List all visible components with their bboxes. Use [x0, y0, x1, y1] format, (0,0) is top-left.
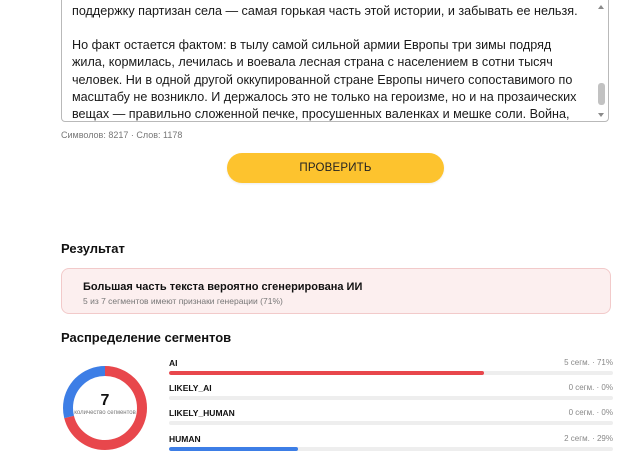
result-alert: Большая часть текста вероятно сгенериров… — [61, 268, 611, 314]
dist-row-likely-human: LIKELY_HUMAN 0 сегм. · 0% — [169, 408, 613, 428]
dist-count: 0 сегм. · 0% — [568, 383, 613, 392]
dist-count: 2 сегм. · 29% — [564, 434, 613, 443]
dist-label: AI — [169, 358, 178, 368]
dist-row-human: HUMAN 2 сегм. · 29% — [169, 434, 613, 454]
segment-total-label: количество сегментов — [74, 410, 136, 416]
text-input-area[interactable]: поддержку партизан села — самая горькая … — [61, 0, 609, 122]
alert-subtitle: 5 из 7 сегментов имеют признаки генераци… — [83, 296, 283, 306]
dist-bar-track — [169, 447, 613, 451]
dist-bar-fill — [169, 447, 298, 451]
dist-label: LIKELY_AI — [169, 383, 212, 393]
dist-count: 0 сегм. · 0% — [568, 408, 613, 417]
dist-count: 5 сегм. · 71% — [564, 358, 613, 367]
text-line: поддержку партизан села — самая горькая … — [72, 4, 578, 18]
scroll-down-icon[interactable] — [598, 113, 604, 117]
dist-label: LIKELY_HUMAN — [169, 408, 235, 418]
scrollbar[interactable] — [597, 5, 606, 117]
dist-row-ai: AI 5 сегм. · 71% — [169, 358, 613, 378]
scroll-up-icon[interactable] — [598, 5, 604, 9]
dist-bar-fill — [169, 371, 485, 375]
text-paragraph: Но факт остается фактом: в тылу самой си… — [72, 38, 577, 122]
dist-label: HUMAN — [169, 434, 201, 444]
dist-bar-track — [169, 396, 613, 400]
dist-bar-track — [169, 421, 613, 425]
distribution-heading: Распределение сегментов — [61, 330, 232, 345]
dist-bar-track — [169, 371, 613, 375]
dist-row-likely-ai: LIKELY_AI 0 сегм. · 0% — [169, 383, 613, 403]
segment-total: 7 — [100, 392, 110, 409]
alert-title: Большая часть текста вероятно сгенериров… — [83, 281, 363, 293]
result-heading: Результат — [61, 241, 125, 256]
scroll-thumb[interactable] — [598, 83, 605, 105]
check-button[interactable]: ПРОВЕРИТЬ — [227, 153, 444, 183]
char-word-counter: Символов: 8217 · Слов: 1178 — [61, 130, 183, 140]
